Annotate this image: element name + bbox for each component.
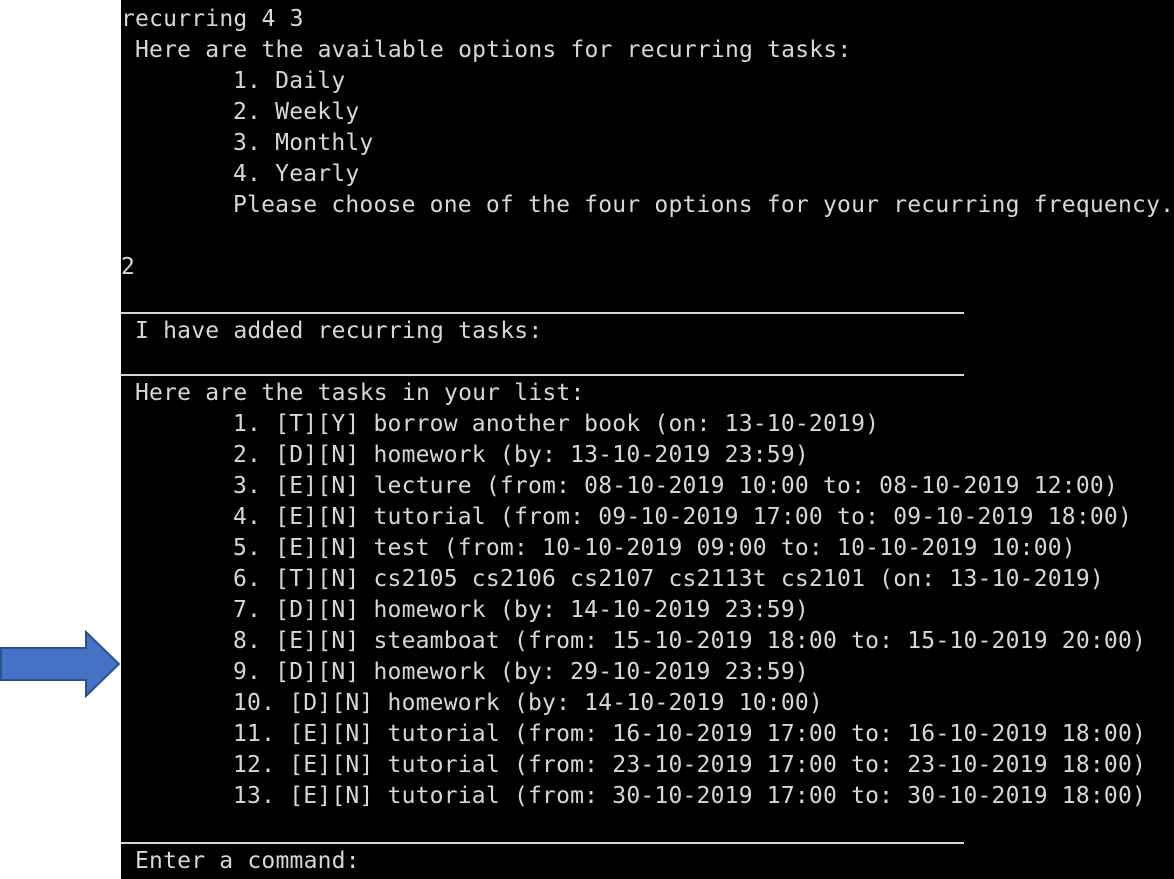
task-item: 10. [D][N] homework (by: 14-10-2019 10:0… <box>233 690 823 716</box>
command-prompt[interactable]: Enter a command: <box>135 846 360 877</box>
command-echo: recurring 4 3 <box>121 6 304 32</box>
options-prompt: Please choose one of the four options fo… <box>233 192 1174 218</box>
task-item: 3. [E][N] lecture (from: 08-10-2019 10:0… <box>233 473 1118 499</box>
added-message: I have added recurring tasks: <box>135 318 543 344</box>
task-item: 2. [D][N] homework (by: 13-10-2019 23:59… <box>233 442 809 468</box>
task-item: 11. [E][N] tutorial (from: 16-10-2019 17… <box>233 721 1147 747</box>
terminal-window[interactable]: recurring 4 3 Here are the available opt… <box>121 0 1174 879</box>
options-header: Here are the available options for recur… <box>135 37 852 63</box>
user-choice: 2 <box>121 254 136 280</box>
divider <box>121 842 964 844</box>
task-item: 6. [T][N] cs2105 cs2106 cs2107 cs2113t c… <box>233 566 1104 592</box>
list-header: Here are the tasks in your list: <box>135 380 585 406</box>
task-item: 8. [E][N] steamboat (from: 15-10-2019 18… <box>233 628 1147 654</box>
option-item: 1. Daily <box>233 68 346 94</box>
option-item: 2. Weekly <box>233 99 360 125</box>
divider <box>121 312 964 314</box>
task-item: 9. [D][N] homework (by: 29-10-2019 23:59… <box>233 659 809 685</box>
option-item: 3. Monthly <box>233 130 374 156</box>
task-item: 7. [D][N] homework (by: 14-10-2019 23:59… <box>233 597 809 623</box>
option-item: 4. Yearly <box>233 161 360 187</box>
task-item: 5. [E][N] test (from: 10-10-2019 09:00 t… <box>233 535 1076 561</box>
task-item: 12. [E][N] tutorial (from: 23-10-2019 17… <box>233 752 1147 778</box>
task-item: 1. [T][Y] borrow another book (on: 13-10… <box>233 411 880 437</box>
screenshot-stage: recurring 4 3 Here are the available opt… <box>0 0 1174 879</box>
divider <box>121 374 964 376</box>
task-item: 13. [E][N] tutorial (from: 30-10-2019 17… <box>233 783 1147 809</box>
task-item: 4. [E][N] tutorial (from: 09-10-2019 17:… <box>233 504 1133 530</box>
right-arrow-icon <box>0 630 120 698</box>
